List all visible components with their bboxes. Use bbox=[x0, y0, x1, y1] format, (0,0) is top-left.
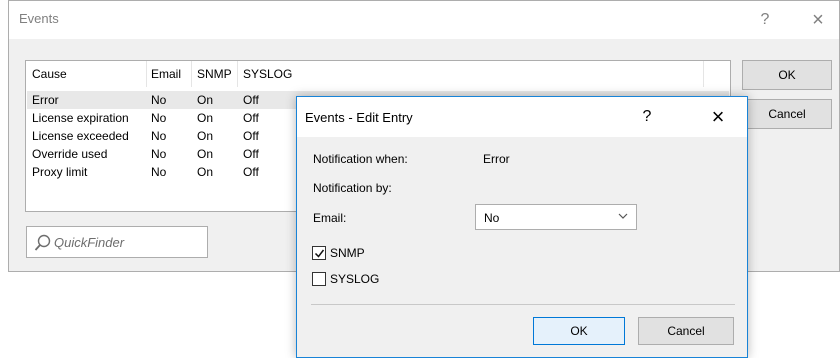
cancel-button[interactable]: Cancel bbox=[742, 99, 832, 129]
ok-button[interactable]: OK bbox=[742, 60, 832, 90]
cell-syslog: Off bbox=[243, 165, 259, 179]
dialog-cancel-button[interactable]: Cancel bbox=[638, 317, 734, 345]
chevron-down-icon bbox=[618, 213, 628, 219]
cell-snmp: On bbox=[197, 129, 214, 143]
cell-syslog: Off bbox=[243, 129, 259, 143]
email-label: Email: bbox=[313, 211, 347, 225]
syslog-checkbox[interactable] bbox=[312, 272, 326, 286]
events-titlebar[interactable]: Events ? × bbox=[9, 1, 839, 39]
dialog-ok-button[interactable]: OK bbox=[533, 317, 625, 345]
cell-email: No bbox=[151, 93, 167, 107]
edit-entry-dialog: Events - Edit Entry ? × Notification whe… bbox=[296, 96, 748, 358]
column-divider bbox=[237, 61, 238, 87]
cell-snmp: On bbox=[197, 111, 214, 125]
cell-cause: License expiration bbox=[32, 111, 129, 125]
column-divider bbox=[146, 61, 147, 87]
syslog-label[interactable]: SYSLOG bbox=[330, 272, 379, 286]
cell-email: No bbox=[151, 147, 167, 161]
cell-email: No bbox=[151, 165, 167, 179]
column-header-snmp[interactable]: SNMP bbox=[197, 67, 232, 81]
cell-cause: Error bbox=[32, 93, 59, 107]
notification-when-label: Notification when: bbox=[313, 152, 408, 166]
dialog-close-button[interactable]: × bbox=[703, 104, 733, 130]
dialog-help-button[interactable]: ? bbox=[632, 104, 662, 130]
cell-cause: License exceeded bbox=[32, 129, 129, 143]
cell-snmp: On bbox=[197, 93, 214, 107]
cell-syslog: Off bbox=[243, 111, 259, 125]
column-header-email[interactable]: Email bbox=[151, 67, 181, 81]
cell-email: No bbox=[151, 111, 167, 125]
cell-snmp: On bbox=[197, 147, 214, 161]
quickfinder-placeholder: QuickFinder bbox=[54, 235, 125, 250]
help-button[interactable]: ? bbox=[750, 8, 780, 32]
column-header-cause[interactable]: Cause bbox=[32, 67, 67, 81]
quickfinder-input[interactable]: QuickFinder bbox=[26, 226, 208, 258]
snmp-checkbox[interactable] bbox=[312, 246, 326, 260]
column-divider bbox=[191, 61, 192, 87]
close-button[interactable]: × bbox=[803, 8, 833, 32]
column-divider bbox=[703, 61, 704, 87]
cell-syslog: Off bbox=[243, 93, 259, 107]
cell-cause: Override used bbox=[32, 147, 108, 161]
search-icon bbox=[34, 234, 51, 251]
cell-cause: Proxy limit bbox=[32, 165, 88, 179]
dialog-title: Events - Edit Entry bbox=[305, 110, 413, 125]
notification-when-value: Error bbox=[483, 152, 510, 166]
cell-snmp: On bbox=[197, 165, 214, 179]
column-header-syslog[interactable]: SYSLOG bbox=[243, 67, 292, 81]
snmp-label[interactable]: SNMP bbox=[330, 246, 365, 260]
cell-syslog: Off bbox=[243, 147, 259, 161]
events-window-title: Events bbox=[19, 11, 59, 26]
edit-entry-titlebar[interactable]: Events - Edit Entry ? × bbox=[297, 97, 747, 137]
email-select-value: No bbox=[484, 211, 500, 225]
cell-email: No bbox=[151, 129, 167, 143]
email-select[interactable]: No bbox=[475, 204, 637, 230]
checkmark-icon bbox=[314, 249, 325, 258]
divider bbox=[311, 304, 735, 305]
notification-by-label: Notification by: bbox=[313, 181, 392, 195]
